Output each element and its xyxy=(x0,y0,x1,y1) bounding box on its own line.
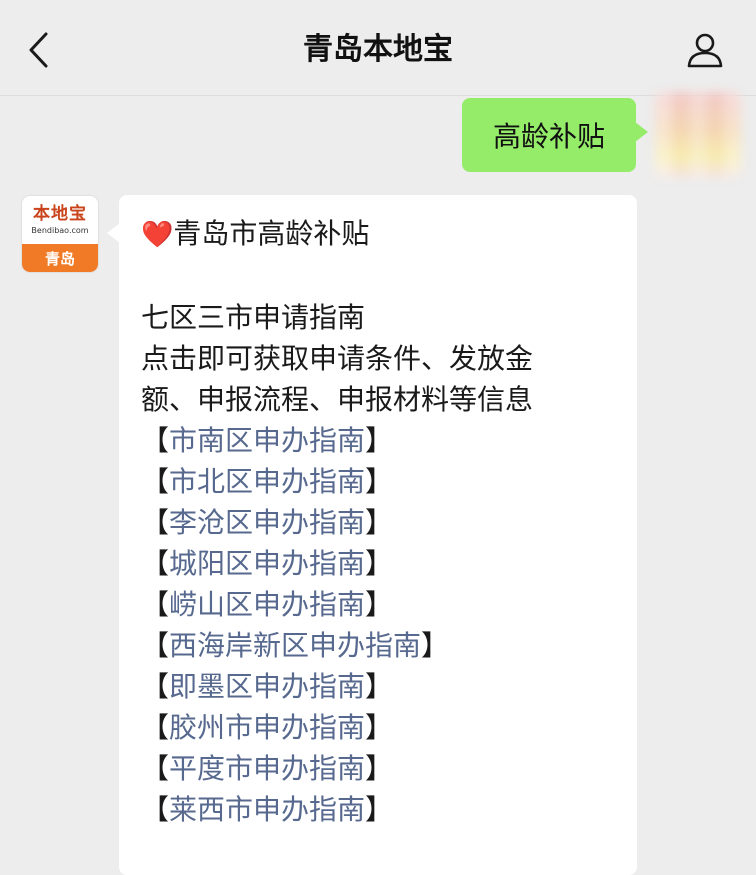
bracket-close: 】 xyxy=(365,547,394,580)
logo-brand-text: 本地宝 xyxy=(33,204,87,224)
bracket-open: 【 xyxy=(141,752,170,785)
intro-line-1: 点击即可获取申请条件、发放金 xyxy=(141,342,534,375)
bracket-open: 【 xyxy=(141,424,170,457)
reply-message-body: ❤️青岛市高龄补贴 七区三市申请指南 点击即可获取申请条件、发放金 额、申报流程… xyxy=(141,213,631,830)
guide-link-licang[interactable]: 李沧区申办指南 xyxy=(169,506,365,539)
sent-message-bubble[interactable]: 高龄补贴 xyxy=(462,98,648,172)
headline-text: 青岛市高龄补贴 xyxy=(173,217,370,250)
page-title: 青岛本地宝 xyxy=(303,32,453,67)
bracket-close: 】 xyxy=(365,465,394,498)
guide-link-chengyang[interactable]: 城阳区申办指南 xyxy=(169,547,365,580)
guide-link-row: 【即墨区申办指南】 xyxy=(141,666,631,707)
guide-link-jimo[interactable]: 即墨区申办指南 xyxy=(169,670,365,703)
bracket-open: 【 xyxy=(141,506,170,539)
profile-button[interactable] xyxy=(682,26,728,72)
guide-link-row: 【李沧区申办指南】 xyxy=(141,502,631,543)
bracket-close: 】 xyxy=(365,588,394,621)
guide-link-jiaozhou[interactable]: 胶州市申办指南 xyxy=(169,711,365,744)
bracket-close: 】 xyxy=(365,752,394,785)
bracket-open: 【 xyxy=(141,547,170,580)
bracket-close: 】 xyxy=(365,711,394,744)
headline: ❤️青岛市高龄补贴 xyxy=(141,213,631,256)
bracket-close: 】 xyxy=(365,793,394,826)
sent-message-text: 高龄补贴 xyxy=(492,120,605,153)
bracket-open: 【 xyxy=(141,670,170,703)
user-avatar[interactable] xyxy=(655,92,741,178)
bracket-close: 】 xyxy=(365,506,394,539)
guide-link-row: 【城阳区申办指南】 xyxy=(141,543,631,584)
guide-link-row: 【平度市申办指南】 xyxy=(141,748,631,789)
bracket-close: 】 xyxy=(365,670,394,703)
logo-upper: 本地宝 Bendibao.com xyxy=(22,196,98,244)
account-avatar[interactable]: 本地宝 Bendibao.com 青岛 xyxy=(22,196,98,272)
guide-link-shibei[interactable]: 市北区申办指南 xyxy=(169,465,365,498)
guide-link-shinan[interactable]: 市南区申办指南 xyxy=(169,424,365,457)
bracket-open: 【 xyxy=(141,711,170,744)
bracket-close: 】 xyxy=(421,629,450,662)
bracket-close: 】 xyxy=(365,424,394,457)
bracket-open: 【 xyxy=(141,793,170,826)
guide-link-laoshan[interactable]: 崂山区申办指南 xyxy=(169,588,365,621)
guide-link-row: 【市南区申办指南】 xyxy=(141,420,631,461)
guide-link-pingdu[interactable]: 平度市申办指南 xyxy=(169,752,365,785)
bracket-open: 【 xyxy=(141,588,170,621)
intro-title: 七区三市申请指南 xyxy=(141,301,366,334)
reply-message-bubble: ❤️青岛市高龄补贴 七区三市申请指南 点击即可获取申请条件、发放金 额、申报流程… xyxy=(107,195,637,875)
person-icon xyxy=(687,33,723,68)
guide-link-row: 【胶州市申办指南】 xyxy=(141,707,631,748)
guide-link-row: 【崂山区申办指南】 xyxy=(141,584,631,625)
bracket-open: 【 xyxy=(141,465,170,498)
intro-line-2: 额、申报流程、申报材料等信息 xyxy=(141,383,534,416)
top-navigation-bar: 青岛本地宝 xyxy=(0,0,756,96)
bracket-open: 【 xyxy=(141,629,170,662)
guide-link-laixi[interactable]: 莱西市申办指南 xyxy=(169,793,365,826)
heart-icon: ❤️ xyxy=(141,220,174,250)
guide-link-row: 【莱西市申办指南】 xyxy=(141,789,631,830)
guide-link-row: 【市北区申办指南】 xyxy=(141,461,631,502)
logo-domain-text: Bendibao.com xyxy=(31,226,89,235)
logo-city-label: 青岛 xyxy=(22,244,98,272)
guide-link-xihaian[interactable]: 西海岸新区申办指南 xyxy=(169,629,421,662)
guide-link-row: 【西海岸新区申办指南】 xyxy=(141,625,631,666)
